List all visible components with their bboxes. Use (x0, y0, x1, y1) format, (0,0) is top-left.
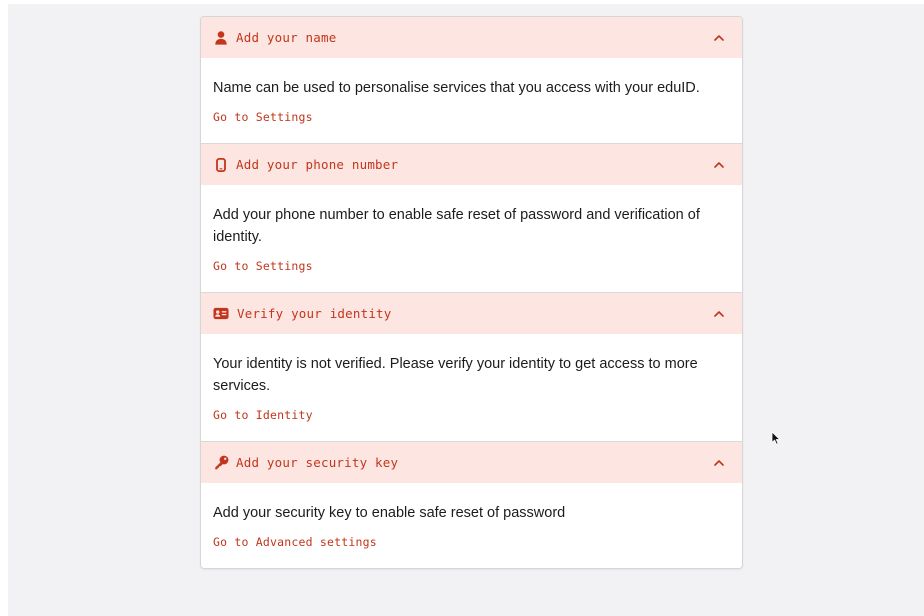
section-header-verify-identity[interactable]: Verify your identity (201, 293, 742, 334)
phone-icon (213, 157, 229, 173)
chevron-up-icon[interactable] (711, 30, 727, 46)
key-icon (213, 455, 229, 471)
go-to-identity-link[interactable]: Go to Identity (213, 408, 313, 422)
todo-card: Add your name Name can be used to person… (200, 16, 743, 569)
section-verify-identity: Verify your identity Your identity is no… (201, 292, 742, 441)
section-body: Add your security key to enable safe res… (201, 483, 742, 568)
go-to-settings-link[interactable]: Go to Settings (213, 259, 313, 273)
go-to-advanced-settings-link[interactable]: Go to Advanced settings (213, 535, 377, 549)
section-header-add-security-key[interactable]: Add your security key (201, 442, 742, 483)
section-title: Verify your identity (237, 306, 392, 321)
section-add-name: Add your name Name can be used to person… (201, 17, 742, 143)
section-description: Add your security key to enable safe res… (213, 505, 566, 521)
chevron-up-icon[interactable] (711, 455, 727, 471)
go-to-settings-link[interactable]: Go to Settings (213, 110, 313, 124)
section-add-security-key: Add your security key Add your security … (201, 441, 742, 568)
section-description: Your identity is not verified. Please ve… (213, 356, 698, 394)
id-card-icon (213, 306, 229, 322)
section-title: Add your name (236, 30, 337, 45)
section-description: Add your phone number to enable safe res… (213, 207, 700, 245)
user-icon (213, 30, 229, 46)
mouse-cursor-icon (771, 431, 781, 445)
chevron-up-icon[interactable] (711, 306, 727, 322)
section-body: Add your phone number to enable safe res… (201, 185, 742, 292)
section-header-add-phone[interactable]: Add your phone number (201, 144, 742, 185)
section-body: Your identity is not verified. Please ve… (201, 334, 742, 441)
section-description: Name can be used to personalise services… (213, 80, 700, 96)
section-body: Name can be used to personalise services… (201, 58, 742, 143)
section-header-add-name[interactable]: Add your name (201, 17, 742, 58)
chevron-up-icon[interactable] (711, 157, 727, 173)
section-add-phone: Add your phone number Add your phone num… (201, 143, 742, 292)
section-title: Add your phone number (236, 157, 399, 172)
section-title: Add your security key (236, 455, 399, 470)
